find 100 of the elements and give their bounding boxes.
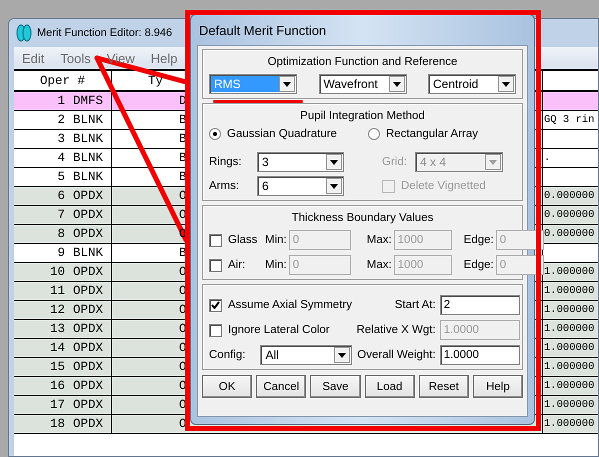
operand-cell: OPDX <box>72 189 103 203</box>
radio-button[interactable] <box>368 128 380 140</box>
value-cell: 1.000000 <box>544 323 594 335</box>
value-cell: 1.000000 <box>544 380 594 392</box>
operand-cell: OPDX <box>72 341 103 355</box>
field-label: Min: <box>265 259 287 271</box>
row-number: 14 <box>50 341 65 355</box>
operand-cell: OPDX <box>72 208 103 222</box>
row-number: 10 <box>50 265 65 279</box>
field-label: Grid: <box>382 156 408 168</box>
operand-cell: OPDX <box>72 398 103 412</box>
operand-cell: BLNK <box>72 170 103 184</box>
row-number: 12 <box>50 303 65 317</box>
dialog-button[interactable]: Reset <box>418 375 469 398</box>
row-number: 11 <box>50 284 65 298</box>
dialog-button[interactable]: OK <box>202 375 252 398</box>
field-label: Max: <box>366 234 392 246</box>
row-number: 5 <box>57 170 65 184</box>
checkbox[interactable] <box>209 324 222 336</box>
value-cell: . <box>544 152 550 164</box>
row-number: 3 <box>57 132 65 146</box>
menu-item[interactable]: View <box>106 50 135 66</box>
operand-cell: OPDX <box>72 227 103 241</box>
radio-button[interactable] <box>209 128 221 140</box>
input-field[interactable]: 2 <box>440 295 520 315</box>
field-label: Relative X Wgt: <box>356 324 436 336</box>
operand-cell: DMFS <box>72 94 103 108</box>
dropdown[interactable]: Wavefront <box>318 74 406 94</box>
menu-item[interactable]: Edit <box>22 50 44 66</box>
window-title: Merit Function Editor: 8.946 <box>37 27 172 39</box>
checkbox-label: Air: <box>228 259 246 271</box>
row-number: 6 <box>57 189 65 203</box>
checkbox-label: Delete Vignetted <box>401 180 486 192</box>
dialog-title: Default Merit Function <box>198 22 328 40</box>
field-label: Rings: <box>209 156 243 168</box>
value-cell: 1.000000 <box>544 285 594 297</box>
row-number: 1 <box>57 94 65 108</box>
radio-option[interactable]: Gaussian Quadrature <box>209 128 337 140</box>
value-cell: 1.000000 <box>544 304 594 316</box>
row-number: 2 <box>57 113 65 127</box>
row-number: 13 <box>50 322 65 336</box>
caret-icon <box>502 82 510 86</box>
dialog-button[interactable]: Load <box>364 375 415 398</box>
checkbox-label: Glass <box>228 234 258 246</box>
row-number: 17 <box>50 398 65 412</box>
dropdown[interactable]: 3 <box>257 152 344 172</box>
operand-cell: BLNK <box>72 113 103 127</box>
dialog-button[interactable]: Cancel <box>256 375 306 398</box>
checkbox-label: Ignore Lateral Color <box>228 324 330 336</box>
row-number: 7 <box>57 208 65 222</box>
caret-icon <box>392 82 400 86</box>
lens-icon <box>16 24 32 42</box>
operand-cell: OPDX <box>72 265 103 279</box>
row-number: 8 <box>57 227 65 241</box>
row-number: 4 <box>57 151 65 165</box>
dropdown[interactable]: 6 <box>257 176 344 196</box>
column-header: Ty <box>148 74 164 88</box>
row-number: 9 <box>57 246 65 260</box>
operand-cell: BLNK <box>72 132 103 146</box>
operand-cell: OPDX <box>72 360 103 374</box>
checkmark-icon <box>211 301 220 309</box>
operand-cell: OPDX <box>72 284 103 298</box>
dialog-button[interactable]: Save <box>310 375 361 398</box>
field-label: Overall Weight: <box>357 349 436 361</box>
value-cell: 1.000000 <box>544 418 594 430</box>
value-cell: GQ 3 rin <box>544 114 594 126</box>
field-label: Max: <box>366 259 392 271</box>
input-field[interactable]: 1.0000 <box>440 345 520 365</box>
operand-cell: OPDX <box>72 322 103 336</box>
caret-icon <box>489 160 497 164</box>
radio-option[interactable]: Rectangular Array <box>368 128 478 140</box>
caret-icon <box>283 82 291 86</box>
value-cell: 0.000000 <box>544 228 594 240</box>
field-label: Config: <box>209 349 246 361</box>
row-number: 15 <box>50 360 65 374</box>
field-label: Min: <box>265 234 287 246</box>
value-cell: 1.000000 <box>544 266 594 278</box>
section-title: Thickness Boundary Values <box>292 212 434 224</box>
dropdown[interactable]: Centroid <box>428 74 516 94</box>
operand-cell: BLNK <box>72 246 103 260</box>
value-cell: 1.000000 <box>544 399 594 411</box>
caret-icon <box>330 160 338 164</box>
value-cell: 0.000000 <box>544 209 594 221</box>
menu-item[interactable]: Help <box>150 50 178 66</box>
dialog-button[interactable]: Help <box>472 375 524 398</box>
section-title: Pupil Integration Method <box>300 110 425 122</box>
value-cell: 1.000000 <box>544 342 594 354</box>
row-number: 18 <box>50 417 65 431</box>
dropdown[interactable]: All <box>260 345 352 365</box>
field-label: Start At: <box>394 299 436 311</box>
column-header: Oper # <box>40 74 85 88</box>
menu-item[interactable]: Tools <box>60 50 91 66</box>
field-label: Edge: <box>464 234 494 246</box>
row-number: 16 <box>50 379 65 393</box>
field-label: Arms: <box>209 180 240 192</box>
section-title: Optimization Function and Reference <box>268 56 458 68</box>
operand-cell: OPDX <box>72 379 103 393</box>
operand-cell: BLNK <box>72 151 103 165</box>
checkbox-label: Assume Axial Symmetry <box>228 299 352 311</box>
checkbox[interactable] <box>209 298 222 312</box>
